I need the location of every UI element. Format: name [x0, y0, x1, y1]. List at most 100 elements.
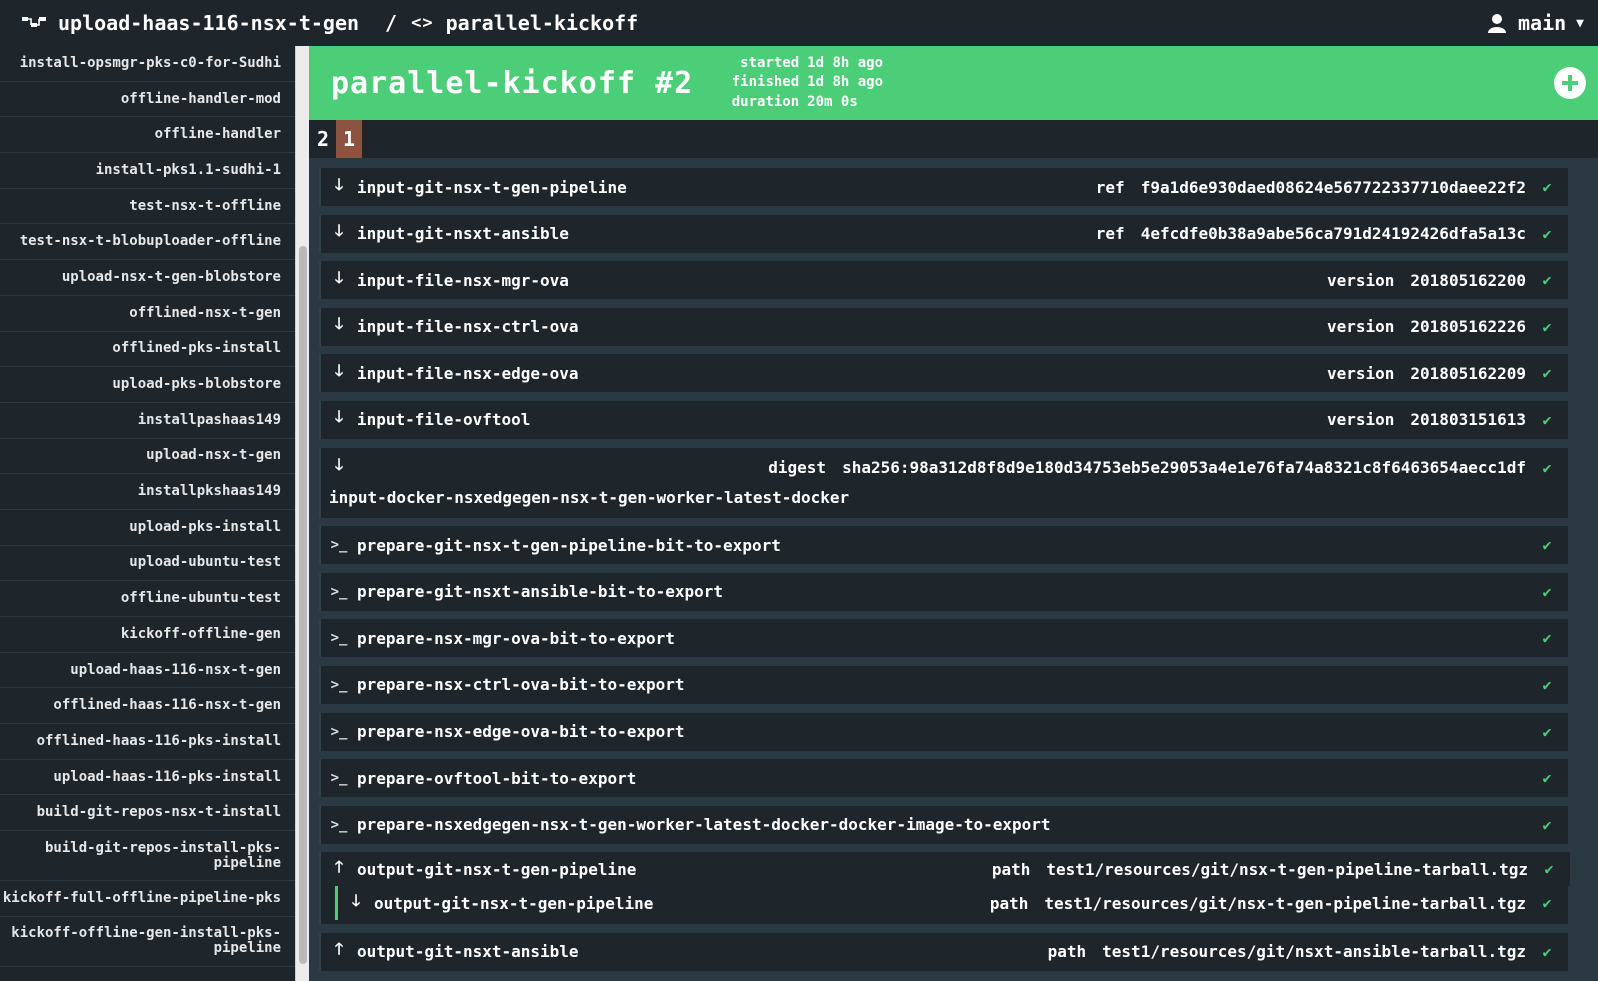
get-step[interactable]: 🡓 input-file-nsx-ctrl-ova version 2018051…: [319, 307, 1568, 346]
check-icon: ✔: [1542, 582, 1552, 601]
step-name: input-file-nsx-ctrl-ova: [357, 317, 579, 337]
step-name: prepare-git-nsx-t-gen-pipeline-bit-to-ex…: [357, 535, 781, 555]
sidebar-item[interactable]: upload-pks-install: [0, 510, 295, 546]
down-arrow-icon: 🡓: [334, 174, 344, 194]
step-name: prepare-nsx-edge-ova-bit-to-export: [357, 722, 685, 742]
trigger-build-button[interactable]: [1554, 67, 1586, 99]
job-icon: <>: [411, 13, 434, 33]
down-arrow-icon: 🡓: [351, 890, 361, 910]
down-arrow-icon: 🡓: [334, 221, 344, 241]
task-step[interactable]: >_ prepare-ovftool-bit-to-export ✔: [319, 759, 1568, 798]
put-step[interactable]: 🡑 output-git-nsx-t-gen-pipeline path test…: [321, 852, 1570, 887]
check-icon: ✔: [1542, 536, 1552, 555]
task-step[interactable]: >_ prepare-nsxedgegen-nsx-t-gen-worker-l…: [319, 805, 1568, 844]
breadcrumb-job[interactable]: parallel-kickoff: [446, 11, 639, 35]
check-icon: ✔: [1542, 722, 1552, 741]
get-step-docker[interactable]: 🡓 digest sha256:98a312d8f8d9e180d34753eb5…: [319, 447, 1568, 518]
step-name: input-git-nsxt-ansible: [357, 224, 569, 244]
step-name: output-git-nsx-t-gen-pipeline: [357, 859, 637, 879]
sidebar-item[interactable]: kickoff-offline-gen-install-pks-pipeline: [0, 917, 295, 967]
caret-down-icon: ▼: [1576, 15, 1584, 31]
step-name: prepare-ovftool-bit-to-export: [357, 768, 637, 788]
sidebar-item[interactable]: build-git-repos-nsx-t-install: [0, 795, 295, 832]
sidebar-item[interactable]: installpashaas149: [0, 403, 295, 439]
task-step[interactable]: >_ prepare-git-nsx-t-gen-pipeline-bit-to…: [319, 526, 1568, 565]
sidebar-item[interactable]: upload-ubuntu-test: [0, 546, 295, 582]
sidebar-item[interactable]: test-nsx-t-offline: [0, 189, 295, 225]
build-header: parallel-kickoff #2 started 1d 8h ago fin…: [309, 46, 1598, 120]
build-steps: 🡓 input-git-nsx-t-gen-pipeline ref f9a1d6…: [309, 158, 1598, 981]
sidebar-item[interactable]: upload-nsx-t-gen: [0, 439, 295, 475]
top-bar: upload-haas-116-nsx-t-gen / <> parallel-…: [0, 0, 1598, 46]
sidebar-item[interactable]: offlined-haas-116-nsx-t-gen: [0, 688, 295, 725]
sidebar-item[interactable]: test-nsx-t-blobuploader-offline: [0, 224, 295, 261]
terminal-icon: >_: [330, 816, 348, 833]
down-arrow-icon: 🡓: [334, 360, 344, 380]
put-step[interactable]: 🡑 output-git-nsxt-ansible path test1/reso…: [319, 932, 1568, 971]
check-icon: ✔: [1544, 860, 1554, 879]
sidebar-item[interactable]: offlined-pks-install: [0, 332, 295, 368]
build-tab-1[interactable]: 1: [336, 120, 362, 158]
check-icon: ✔: [1542, 894, 1552, 913]
up-arrow-icon: 🡑: [334, 939, 344, 959]
sidebar-item[interactable]: offline-handler: [0, 117, 295, 154]
user-icon: [1488, 14, 1506, 33]
sidebar-item[interactable]: offline-handler-mod: [0, 82, 295, 118]
get-step[interactable]: 🡓 input-file-ovftool version 201803151613…: [319, 400, 1568, 439]
breadcrumb-pipeline[interactable]: upload-haas-116-nsx-t-gen: [58, 11, 359, 35]
up-arrow-icon: 🡑: [334, 856, 344, 876]
down-arrow-icon: 🡓: [334, 267, 344, 287]
build-title: parallel-kickoff #2: [331, 65, 694, 101]
terminal-icon: >_: [330, 583, 348, 600]
build-tabs: 2 1: [309, 120, 1598, 158]
sidebar-item[interactable]: upload-pks-blobstore: [0, 367, 295, 403]
sidebar-item[interactable]: offlined-haas-116-pks-install: [0, 724, 295, 760]
check-icon: ✔: [1542, 458, 1552, 477]
check-icon: ✔: [1542, 271, 1552, 290]
terminal-icon: >_: [330, 537, 348, 554]
get-step[interactable]: 🡓 input-file-nsx-mgr-ova version 20180516…: [319, 261, 1568, 300]
step-name: input-file-nsx-mgr-ova: [357, 270, 569, 290]
sidebar-item[interactable]: build-git-repos-install-pks-pipeline: [0, 831, 295, 882]
sidebar-item[interactable]: kickoff-offline-gen: [0, 617, 295, 653]
step-name: prepare-nsx-ctrl-ova-bit-to-export: [357, 675, 685, 695]
step-name: input-file-nsx-edge-ova: [357, 363, 579, 383]
breadcrumb-separator: /: [385, 11, 398, 35]
check-icon: ✔: [1542, 364, 1552, 383]
step-name: input-git-nsx-t-gen-pipeline: [357, 177, 627, 197]
sidebar-item[interactable]: installpkshaas149: [0, 474, 295, 510]
check-icon: ✔: [1542, 629, 1552, 648]
sidebar-item[interactable]: offlined-nsx-t-gen: [0, 296, 295, 332]
get-step[interactable]: 🡓 input-git-nsx-t-gen-pipeline ref f9a1d6…: [319, 168, 1568, 206]
step-name: prepare-nsxedgegen-nsx-t-gen-worker-late…: [357, 815, 1051, 835]
check-icon: ✔: [1542, 769, 1552, 788]
sidebar-item[interactable]: offline-ubuntu-test: [0, 581, 295, 617]
sidebar-item[interactable]: upload-haas-116-nsx-t-gen: [0, 653, 295, 689]
put-step-group: 🡑 output-git-nsx-t-gen-pipeline path test…: [319, 852, 1570, 925]
sidebar-item[interactable]: upload-nsx-t-gen-blobstore: [0, 260, 295, 296]
terminal-icon: >_: [330, 676, 348, 693]
check-icon: ✔: [1542, 675, 1552, 694]
sidebar-scrollbar[interactable]: [295, 46, 309, 981]
implicit-get-step[interactable]: 🡓 output-git-nsx-t-gen-pipeline path test…: [335, 886, 1568, 921]
sidebar-item[interactable]: install-opsmgr-pks-c0-for-Sudhi: [0, 46, 295, 82]
task-step[interactable]: >_ prepare-git-nsxt-ansible-bit-to-expor…: [319, 572, 1568, 611]
sidebar-item[interactable]: install-pks1.1-sudhi-1: [0, 153, 295, 189]
step-name: prepare-git-nsxt-ansible-bit-to-export: [357, 582, 724, 602]
check-icon: ✔: [1542, 317, 1552, 336]
build-times: started 1d 8h ago finished 1d 8h ago durat…: [731, 54, 884, 110]
task-step[interactable]: >_ prepare-nsx-mgr-ova-bit-to-export ✔: [319, 619, 1568, 658]
sidebar-item[interactable]: upload-haas-116-pks-install: [0, 760, 295, 796]
sidebar-item[interactable]: kickoff-full-offline-pipeline-pks: [0, 881, 295, 917]
step-name: prepare-nsx-mgr-ova-bit-to-export: [357, 628, 675, 648]
get-step[interactable]: 🡓 input-file-nsx-edge-ova version 2018051…: [319, 354, 1568, 393]
get-step[interactable]: 🡓 input-git-nsxt-ansible ref 4efcdfe0b38a…: [319, 214, 1568, 253]
pipeline-icon[interactable]: [22, 13, 48, 33]
check-icon: ✔: [1542, 410, 1552, 429]
scrollbar-thumb[interactable]: [299, 246, 307, 964]
task-step[interactable]: >_ prepare-nsx-ctrl-ova-bit-to-export ✔: [319, 665, 1568, 704]
user-menu[interactable]: main ▼: [1488, 0, 1584, 46]
task-step[interactable]: >_ prepare-nsx-edge-ova-bit-to-export ✔: [319, 712, 1568, 751]
build-tab-2[interactable]: 2: [310, 120, 336, 158]
down-arrow-icon: 🡓: [334, 407, 344, 427]
